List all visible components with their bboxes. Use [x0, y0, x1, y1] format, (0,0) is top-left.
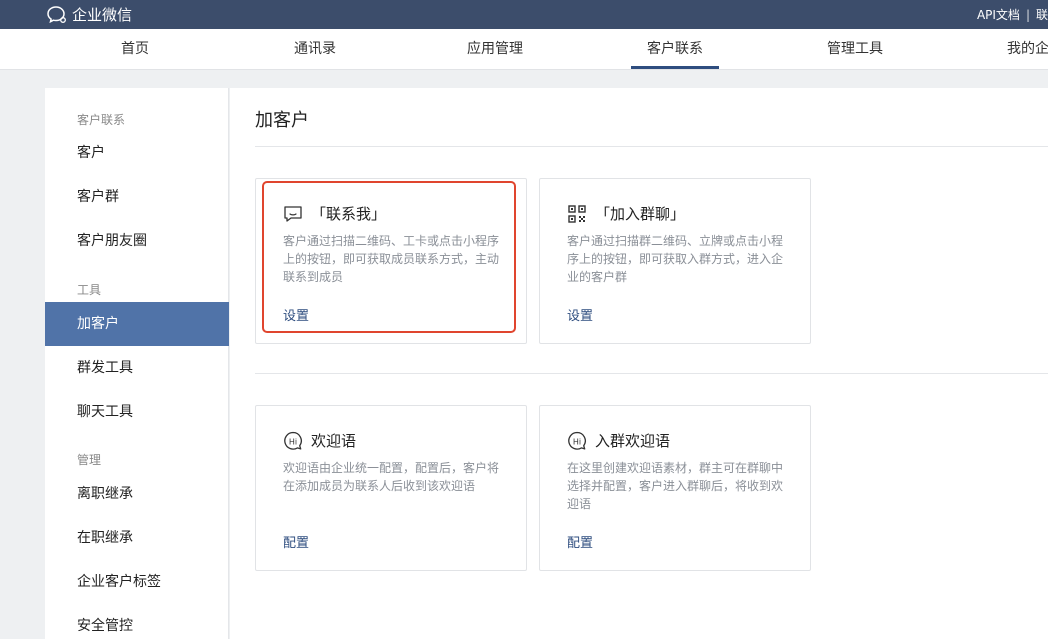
tab-contacts[interactable]: 通讯录 [294, 29, 336, 70]
sidebar-group-customer-contact: 客户联系 [77, 113, 126, 127]
title-divider [255, 146, 1048, 147]
card-header: Hi 欢迎语 [283, 430, 356, 451]
sidebar-item-add-customer[interactable]: 加客户 [45, 302, 229, 346]
qr-code-icon [567, 204, 587, 224]
card-title: 入群欢迎语 [595, 432, 671, 450]
sidebar-item-active-transfer[interactable]: 在职继承 [45, 516, 229, 560]
sidebar: 客户联系 客户 客户群 客户朋友圈 工具 加客户 群发工具 聊天工具 管理 离职… [45, 88, 229, 639]
svg-text:Hi: Hi [289, 437, 297, 446]
api-docs-link[interactable]: API文档 [977, 8, 1020, 22]
tab-app-management[interactable]: 应用管理 [467, 29, 523, 70]
join-group-settings-link[interactable]: 设置 [567, 305, 593, 324]
main-nav: 首页 通讯录 应用管理 客户联系 管理工具 我的企 [0, 29, 1048, 70]
contact-link[interactable]: 联 [1036, 8, 1048, 22]
top-link-separator: | [1025, 8, 1030, 22]
tab-home[interactable]: 首页 [121, 29, 149, 70]
contact-me-settings-link[interactable]: 设置 [283, 305, 309, 324]
contact-me-card: 「联系我」 客户通过扫描二维码、工卡或点击小程序上的按钮，即可获取成员联系方式，… [255, 178, 527, 344]
sidebar-item-broadcast-tools[interactable]: 群发工具 [45, 346, 229, 390]
chat-bubble-icon [283, 204, 303, 224]
card-description: 客户通过扫描群二维码、立牌或点击小程序上的按钮，即可获取入群方式，进入企业的客户… [567, 234, 784, 284]
group-welcome-config-link[interactable]: 配置 [567, 532, 593, 551]
page-title: 加客户 [255, 110, 309, 131]
sidebar-item-chat-tools[interactable]: 聊天工具 [45, 390, 229, 434]
hi-bubble-icon: Hi [283, 431, 303, 451]
wecom-logo-icon [46, 5, 68, 25]
card-title: 「联系我」 [311, 205, 387, 223]
card-title: 「加入群聊」 [595, 205, 686, 223]
top-links: API文档 | 联 [977, 6, 1048, 23]
svg-text:Hi: Hi [573, 437, 581, 446]
join-group-chat-card: 「加入群聊」 客户通过扫描群二维码、立牌或点击小程序上的按钮，即可获取入群方式，… [539, 178, 811, 344]
sidebar-item-security-control[interactable]: 安全管控 [45, 604, 229, 639]
sidebar-item-customers[interactable]: 客户 [45, 131, 229, 175]
app-title: 企业微信 [72, 6, 133, 24]
group-welcome-message-card: Hi 入群欢迎语 在这里创建欢迎语素材，群主可在群聊中选择并配置，客户进入群聊后… [539, 405, 811, 571]
tab-customer-contact[interactable]: 客户联系 [631, 29, 719, 70]
card-description: 客户通过扫描二维码、工卡或点击小程序上的按钮，即可获取成员联系方式，主动联系到成… [283, 234, 500, 284]
card-description: 在这里创建欢迎语素材，群主可在群聊中选择并配置，客户进入群聊后，将收到欢迎语 [567, 461, 784, 511]
sidebar-group-tools: 工具 [77, 283, 102, 297]
card-description: 欢迎语由企业统一配置，配置后，客户将在添加成员为联系人后收到该欢迎语 [283, 461, 500, 493]
card-title: 欢迎语 [311, 432, 357, 450]
tab-my-enterprise[interactable]: 我的企 [1007, 29, 1048, 70]
card-header: Hi 入群欢迎语 [567, 430, 670, 451]
card-header: 「加入群聊」 [567, 203, 685, 224]
welcome-message-card: Hi 欢迎语 欢迎语由企业统一配置，配置后，客户将在添加成员为联系人后收到该欢迎… [255, 405, 527, 571]
card-header: 「联系我」 [283, 203, 386, 224]
sidebar-group-management: 管理 [77, 453, 102, 467]
section-divider [255, 373, 1048, 374]
sidebar-item-moments[interactable]: 客户朋友圈 [45, 219, 229, 263]
app-logo[interactable]: 企业微信 [46, 4, 132, 25]
sidebar-item-customer-tags[interactable]: 企业客户标签 [45, 560, 229, 604]
sidebar-item-customer-groups[interactable]: 客户群 [45, 175, 229, 219]
top-bar: 企业微信 API文档 | 联 [0, 0, 1048, 29]
main-content: 加客户 「联系我」 客户通过扫描二维码、工卡或点击小程序上的按钮，即可获取成员联… [230, 88, 1048, 639]
hi-bubble-icon: Hi [567, 431, 587, 451]
tab-management-tools[interactable]: 管理工具 [827, 29, 883, 70]
welcome-message-config-link[interactable]: 配置 [283, 532, 309, 551]
sidebar-item-resigned-transfer[interactable]: 离职继承 [45, 472, 229, 516]
